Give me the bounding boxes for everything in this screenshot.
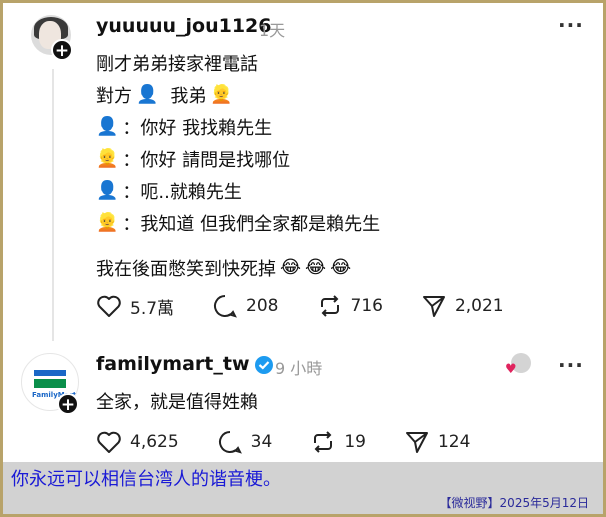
share-count: 124 bbox=[437, 432, 471, 452]
follow-plus-icon[interactable]: + bbox=[57, 393, 79, 415]
username[interactable]: familymart_tw bbox=[96, 353, 250, 375]
like-count: 4,625 bbox=[130, 432, 179, 452]
source-credit: 【微视野】2025年5月12日 bbox=[439, 496, 589, 510]
caption-text: 你永远可以相信台湾人的谐音梗。 bbox=[11, 469, 281, 490]
comment-icon bbox=[218, 431, 242, 454]
liked-by-avatar[interactable]: ♥ bbox=[505, 353, 531, 377]
screenshot-frame: + yuuuuu_jou1126 1天 ··· 剛才弟弟接家裡電話 對方 👤 我… bbox=[3, 3, 603, 514]
post-familymart: FamilyMart + familymart_tw 9 小時 ♥ ··· 全家… bbox=[3, 3, 603, 463]
repost-button[interactable]: 19 bbox=[310, 429, 366, 455]
repost-icon bbox=[314, 431, 333, 453]
verified-badge-icon bbox=[254, 355, 274, 379]
repost-count: 19 bbox=[344, 432, 366, 452]
comment-count: 34 bbox=[250, 432, 273, 452]
send-icon bbox=[405, 432, 428, 453]
post-time: 9 小時 bbox=[275, 359, 323, 378]
more-options-icon[interactable]: ··· bbox=[558, 353, 584, 377]
heart-icon bbox=[97, 431, 121, 453]
comment-button[interactable]: 34 bbox=[217, 429, 273, 455]
logo-stripe-green bbox=[34, 379, 66, 388]
heart-icon: ♥ bbox=[505, 362, 517, 377]
action-bar: 4,625 34 19 124 bbox=[96, 429, 508, 455]
caption-bar: 你永远可以相信台湾人的谐音梗。 【微视野】2025年5月12日 bbox=[3, 462, 603, 514]
like-button[interactable]: 4,625 bbox=[96, 430, 179, 454]
share-button[interactable]: 124 bbox=[404, 429, 470, 455]
post-text: 全家，就是值得姓賴 bbox=[96, 392, 258, 413]
